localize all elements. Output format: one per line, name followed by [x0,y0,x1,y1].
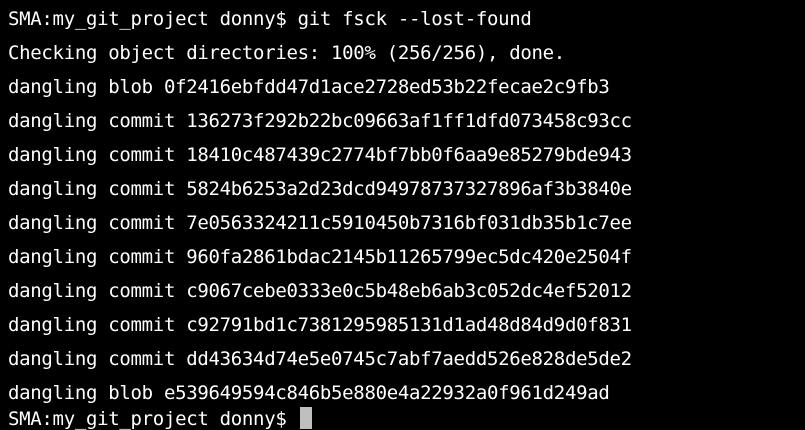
terminal-window[interactable]: SMA:my_git_project donny$ git fsck --los… [0,0,805,430]
terminal-line-dangling: dangling blob 0f2416ebfdd47d1ace2728ed53… [8,76,610,98]
terminal-line-progress: Checking object directories: 100% (256/2… [8,42,565,64]
terminal-line-dangling: dangling commit c92791bd1c7381295985131d… [8,314,632,336]
terminal-line-dangling: dangling commit 136273f292b22bc09663af1f… [8,110,632,132]
terminal-line-dangling: dangling commit 960fa2861bdac2145b112657… [8,246,632,268]
terminal-line-dangling: dangling commit 7e0563324211c5910450b731… [8,212,632,234]
text-cursor [299,406,312,429]
terminal-line-dangling: dangling commit dd43634d74e5e0745c7abf7a… [8,348,632,370]
prompt-text: SMA:my_git_project donny$ [8,408,287,430]
terminal-line-dangling: dangling commit 5824b6253a2d23dcd9497873… [8,178,632,200]
terminal-line-dangling: dangling commit c9067cebe0333e0c5b48eb6a… [8,280,632,302]
terminal-prompt-line[interactable]: SMA:my_git_project donny$ [8,404,312,430]
terminal-line-command: SMA:my_git_project donny$ git fsck --los… [8,8,532,30]
terminal-line-dangling: dangling commit 18410c487439c2774bf7bb0f… [8,144,632,166]
